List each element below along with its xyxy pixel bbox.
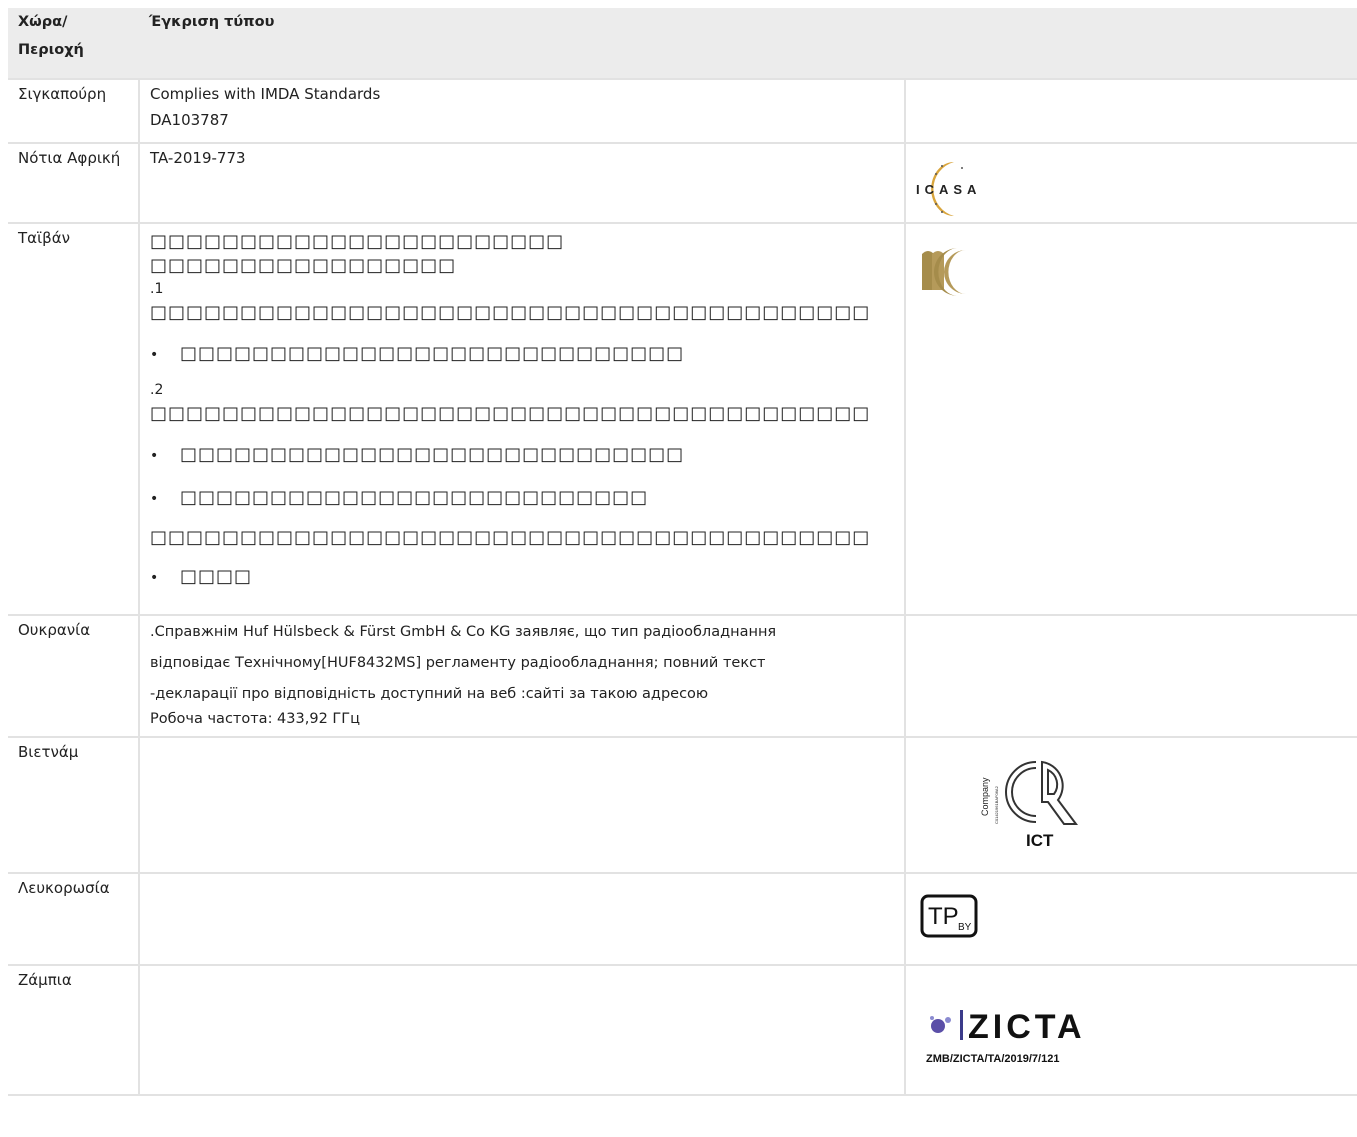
list-item: • □□□□□□□□□□□□□□□□□□□□□□□□□□ — [150, 484, 894, 513]
country-cell: Ουκρανία — [8, 615, 140, 738]
bullet-icon: • — [150, 448, 159, 464]
header-country: Χώρα/ Περιοχή — [8, 8, 139, 80]
country-cell: Λευκορωσία — [8, 873, 140, 966]
header-logo — [905, 8, 1357, 80]
approval-cell: TA-2019-773 — [139, 143, 906, 224]
approval-line: DA103787 — [150, 111, 229, 129]
ict-logo-company: Company — [980, 777, 990, 816]
icasa-logo-text: ICASA — [916, 182, 981, 197]
approval-cell: □□□□□□□□□□□□□□□□□□□□□□□ □□□□□□□□□□□□□□□□… — [139, 223, 906, 616]
bullet-icon: • — [150, 347, 159, 363]
approval-line: відповідає Технічному[HUF8432MS] регламе… — [150, 655, 766, 671]
country-cell: Βιετνάμ — [8, 737, 140, 874]
approval-line: -декларації про відповідність доступний … — [150, 686, 709, 702]
approval-line: □□□□□□□□□□□□□□□□□ — [150, 255, 457, 276]
tp-logo-text: TP — [928, 903, 959, 930]
country-cell: Σιγκαπούρη — [8, 79, 140, 144]
logo-cell: ZICTA ZMB/ZICTA/TA/2019/7/121 — [905, 965, 1357, 1096]
clause-text: □□□□□□□□□□□□□□□□□□□□□□□□□□□□□□□□□□□□□□□□ — [150, 403, 871, 424]
ict-cr-logo: Company C01421961BAF06A2 ICT — [980, 760, 1078, 850]
table-row-taiwan: Ταϊβάν □□□□□□□□□□□□□□□□□□□□□□□ □□□□□□□□□… — [8, 223, 1357, 616]
bullet-icon: • — [150, 570, 159, 586]
table-header-row: Χώρα/ Περιοχή Έγκριση τύπου — [8, 8, 1357, 80]
list-item-text: □□□□□□□□□□□□□□□□□□□□□□□□□□□□ — [180, 343, 685, 364]
clause-text: □□□□□□□□□□□□□□□□□□□□□□□□□□□□□□□□□□□□□□□□ — [150, 527, 871, 548]
logo-cell — [905, 223, 1357, 616]
table-row-belarus: Λευκορωσία TP BY — [8, 873, 1357, 966]
approval-line: .Справжнім Huf Hülsbeck & Fürst GmbH & C… — [150, 624, 777, 640]
clause-number: .1 — [150, 281, 164, 297]
country-cell: Ταϊβάν — [8, 223, 140, 616]
approval-cell — [139, 873, 906, 966]
tp-logo-sub: BY — [958, 922, 972, 933]
page: Χώρα/ Περιοχή Έγκριση τύπου Σιγκαπούρη C… — [0, 0, 1357, 1137]
clause-number: .2 — [150, 382, 164, 398]
approval-cell — [139, 965, 906, 1096]
header-approval: Έγκριση τύπου — [139, 8, 905, 80]
approval-line: Робоча частота: 433,92 ГГц — [150, 711, 360, 727]
approval-line: □□□□□□□□□□□□□□□□□□□□□□□ — [150, 231, 565, 252]
table-row-singapore: Σιγκαπούρη Complies with IMDA Standards … — [8, 79, 1357, 144]
country-cell: Ζάμπια — [8, 965, 140, 1096]
table-row-ukraine: Ουκρανία .Справжнім Huf Hülsbeck & Fürst… — [8, 615, 1357, 738]
zicta-approval-code: ZMB/ZICTA/TA/2019/7/121 — [926, 1053, 1059, 1065]
ict-logo-label: ICT — [1026, 831, 1054, 850]
icasa-logo: ICASA — [916, 162, 981, 216]
list-item: • □□□□ — [150, 563, 894, 592]
list-item-text: □□□□□□□□□□□□□□□□□□□□□□□□□□ — [180, 487, 649, 508]
logo-cell: Company C01421961BAF06A2 ICT — [905, 737, 1357, 874]
ict-logo-serial: C01421961BAF06A2 — [994, 785, 999, 824]
ncc-logo — [922, 248, 966, 296]
type-approval-table: Χώρα/ Περιοχή Έγκριση τύπου Σιγκαπούρη C… — [8, 8, 1357, 1096]
logo-cell — [905, 79, 1357, 144]
zicta-logo-text: ZICTA — [968, 1008, 1086, 1046]
country-cell: Νότια Αφρική — [8, 143, 140, 224]
logo-cell — [905, 615, 1357, 738]
zicta-logo: ZICTA ZMB/ZICTA/TA/2019/7/121 — [926, 1008, 1086, 1065]
approval-cell: Complies with IMDA Standards DA103787 — [139, 79, 906, 144]
table-row-zambia: Ζάμπια ZICTA ZMB/ZICTA/TA/2019/7/121 — [8, 965, 1357, 1096]
tp-by-logo: TP BY — [920, 894, 978, 938]
approval-cell: .Справжнім Huf Hülsbeck & Fürst GmbH & C… — [139, 615, 906, 738]
bullet-icon: • — [150, 491, 159, 507]
logo-cell: TP BY — [905, 873, 1357, 966]
list-item: • □□□□□□□□□□□□□□□□□□□□□□□□□□□□ — [150, 441, 894, 470]
list-item-text: □□□□ — [180, 566, 253, 587]
list-item: • □□□□□□□□□□□□□□□□□□□□□□□□□□□□ — [150, 340, 894, 369]
approval-line: Complies with IMDA Standards — [150, 85, 381, 103]
list-item-text: □□□□□□□□□□□□□□□□□□□□□□□□□□□□ — [180, 444, 685, 465]
clause-text: □□□□□□□□□□□□□□□□□□□□□□□□□□□□□□□□□□□□□□□□ — [150, 302, 871, 323]
logo-cell: ICASA — [905, 143, 1357, 224]
table-row-south-africa: Νότια Αφρική TA-2019-773 ICASA — [8, 143, 1357, 224]
table-row-vietnam: Βιετνάμ Company C01421961BAF06A2 ICT — [8, 737, 1357, 874]
approval-cell — [139, 737, 906, 874]
